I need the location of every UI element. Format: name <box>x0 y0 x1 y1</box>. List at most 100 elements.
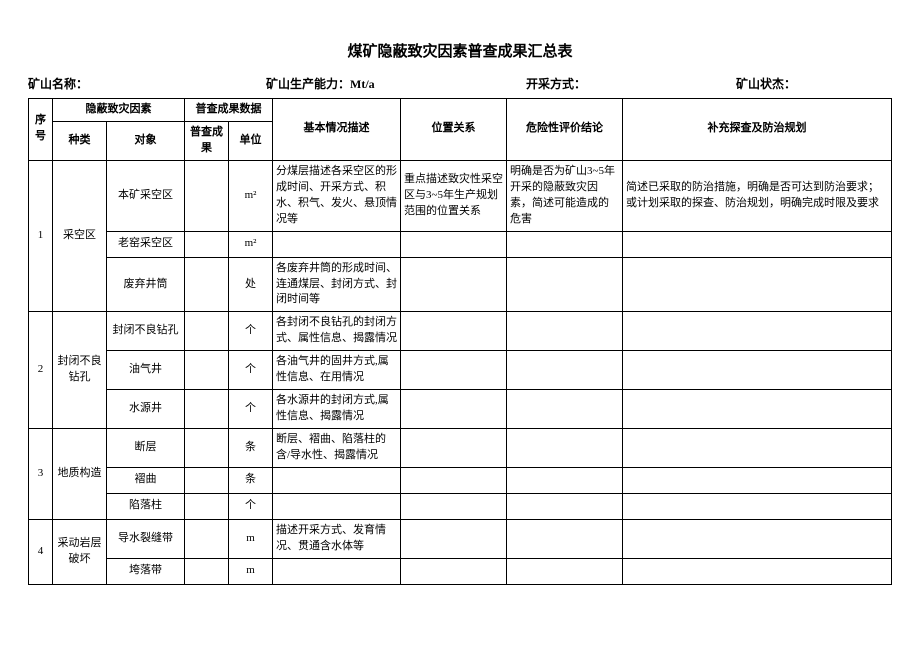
meta-name: 矿山名称： <box>28 75 266 92</box>
plan-cell <box>623 558 892 584</box>
desc-cell: 各水源井的封闭方式,属性信息、揭露情况 <box>273 390 401 429</box>
pos-cell <box>401 558 507 584</box>
pos-cell <box>401 493 507 519</box>
pos-cell: 重点描述致灾性采空区与3~5年生产规划范围的位置关系 <box>401 160 507 231</box>
result-cell <box>185 351 229 390</box>
pos-cell <box>401 390 507 429</box>
object-cell: 褶曲 <box>107 467 185 493</box>
category-cell: 采动岩层破坏 <box>53 519 107 584</box>
pos-cell <box>401 312 507 351</box>
unit-cell: 条 <box>229 467 273 493</box>
result-cell <box>185 429 229 468</box>
plan-cell: 简述已采取的防治措施，明确是否可达到防治要求；或计划采取的探查、防治规划，明确完… <box>623 160 892 231</box>
desc-cell <box>273 558 401 584</box>
th-result-val: 普查成果 <box>185 121 229 160</box>
unit-cell: m <box>229 519 273 558</box>
plan-cell <box>623 467 892 493</box>
object-cell: 导水裂缝带 <box>107 519 185 558</box>
th-factor-group: 隐蔽致灾因素 <box>53 99 185 122</box>
summary-table: 序号 隐蔽致灾因素 普查成果数据 基本情况描述 位置关系 危险性评价结论 补充探… <box>28 98 892 585</box>
result-cell <box>185 257 229 312</box>
eval-cell <box>507 351 623 390</box>
seq-cell: 3 <box>29 429 53 520</box>
plan-cell <box>623 257 892 312</box>
object-cell: 封闭不良钻孔 <box>107 312 185 351</box>
category-cell: 地质构造 <box>53 429 107 520</box>
desc-cell <box>273 231 401 257</box>
pos-cell <box>401 467 507 493</box>
desc-cell: 描述开采方式、发育情况、贯通含水体等 <box>273 519 401 558</box>
seq-cell: 2 <box>29 312 53 429</box>
unit-cell: 条 <box>229 429 273 468</box>
object-cell: 垮落带 <box>107 558 185 584</box>
unit-cell: 处 <box>229 257 273 312</box>
th-result-group: 普查成果数据 <box>185 99 273 122</box>
plan-cell <box>623 351 892 390</box>
seq-cell: 4 <box>29 519 53 584</box>
eval-cell <box>507 493 623 519</box>
th-pos: 位置关系 <box>401 99 507 161</box>
object-cell: 断层 <box>107 429 185 468</box>
pos-cell <box>401 351 507 390</box>
th-factor-cat: 种类 <box>53 121 107 160</box>
unit-cell: m <box>229 558 273 584</box>
th-seq: 序号 <box>29 99 53 161</box>
plan-cell <box>623 429 892 468</box>
desc-cell: 断层、褶曲、陷落柱的含/导水性、揭露情况 <box>273 429 401 468</box>
pos-cell <box>401 257 507 312</box>
pos-cell <box>401 231 507 257</box>
th-plan: 补充探查及防治规划 <box>623 99 892 161</box>
result-cell <box>185 519 229 558</box>
unit-cell: 个 <box>229 312 273 351</box>
plan-cell <box>623 231 892 257</box>
th-factor-obj: 对象 <box>107 121 185 160</box>
object-cell: 本矿采空区 <box>107 160 185 231</box>
th-result-unit: 单位 <box>229 121 273 160</box>
unit-cell: m² <box>229 231 273 257</box>
object-cell: 废弃井筒 <box>107 257 185 312</box>
meta-method: 开采方式： <box>526 75 736 92</box>
eval-cell <box>507 558 623 584</box>
plan-cell <box>623 390 892 429</box>
plan-cell <box>623 493 892 519</box>
page-title: 煤矿隐蔽致灾因素普查成果汇总表 <box>28 40 892 61</box>
desc-cell: 各封闭不良钻孔的封闭方式、属性信息、揭露情况 <box>273 312 401 351</box>
eval-cell <box>507 429 623 468</box>
meta-row: 矿山名称： 矿山生产能力：Mt/a 开采方式： 矿山状杰： <box>28 75 892 92</box>
unit-cell: m² <box>229 160 273 231</box>
result-cell <box>185 312 229 351</box>
desc-cell: 各油气井的固井方式,属性信息、在用情况 <box>273 351 401 390</box>
result-cell <box>185 558 229 584</box>
unit-cell: 个 <box>229 493 273 519</box>
object-cell: 陷落柱 <box>107 493 185 519</box>
category-cell: 封闭不良钻孔 <box>53 312 107 429</box>
eval-cell <box>507 390 623 429</box>
pos-cell <box>401 519 507 558</box>
result-cell <box>185 160 229 231</box>
result-cell <box>185 467 229 493</box>
eval-cell: 明确是否为矿山3~5年开采的隐蔽致灾因素，简述可能造成的危害 <box>507 160 623 231</box>
desc-cell: 分煤层描述各采空区的形成时间、开采方式、积水、积气、发火、悬顶情况等 <box>273 160 401 231</box>
object-cell: 水源井 <box>107 390 185 429</box>
eval-cell <box>507 467 623 493</box>
desc-cell <box>273 493 401 519</box>
result-cell <box>185 390 229 429</box>
result-cell <box>185 493 229 519</box>
th-eval: 危险性评价结论 <box>507 99 623 161</box>
eval-cell <box>507 519 623 558</box>
category-cell: 采空区 <box>53 160 107 312</box>
meta-capacity: 矿山生产能力：Mt/a <box>266 75 526 92</box>
desc-cell <box>273 467 401 493</box>
unit-cell: 个 <box>229 351 273 390</box>
eval-cell <box>507 257 623 312</box>
th-desc: 基本情况描述 <box>273 99 401 161</box>
object-cell: 油气井 <box>107 351 185 390</box>
plan-cell <box>623 519 892 558</box>
meta-status: 矿山状杰： <box>736 75 796 92</box>
result-cell <box>185 231 229 257</box>
unit-cell: 个 <box>229 390 273 429</box>
eval-cell <box>507 231 623 257</box>
object-cell: 老窑采空区 <box>107 231 185 257</box>
pos-cell <box>401 429 507 468</box>
plan-cell <box>623 312 892 351</box>
